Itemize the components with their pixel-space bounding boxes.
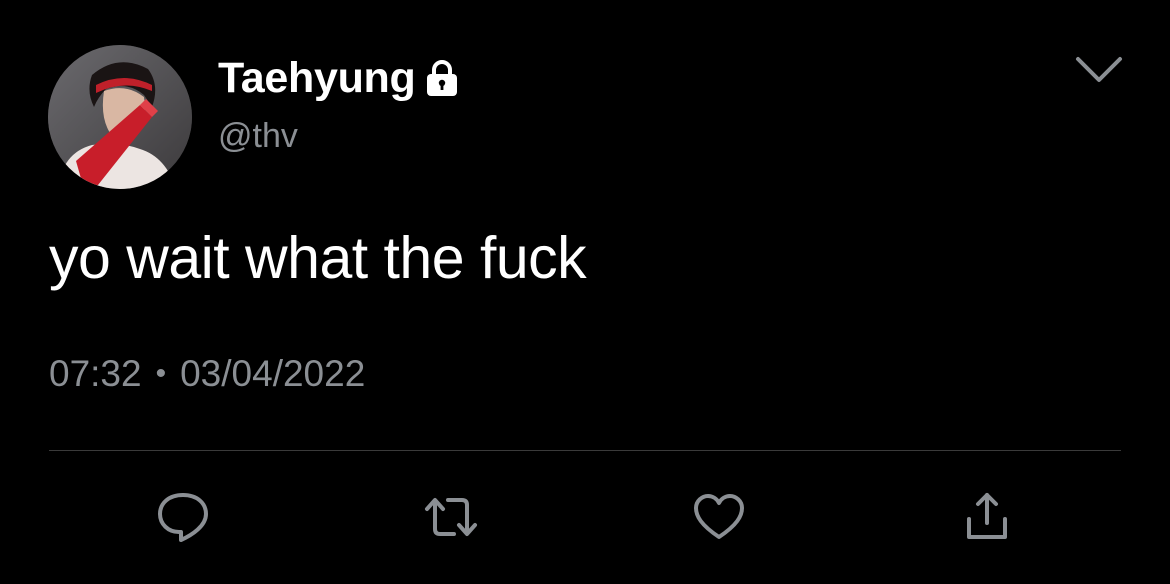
share-button[interactable] bbox=[957, 487, 1017, 547]
lock-icon bbox=[423, 58, 461, 98]
heart-icon bbox=[694, 494, 744, 539]
timestamp-separator: • bbox=[155, 357, 167, 390]
reply-icon bbox=[158, 493, 208, 542]
share-icon bbox=[967, 493, 1007, 539]
tweet-text: yo wait what the fuck bbox=[49, 225, 587, 291]
tweet-time: 07:32 bbox=[49, 353, 142, 394]
display-name[interactable]: Taehyung bbox=[218, 52, 416, 104]
user-handle[interactable]: @thv bbox=[218, 114, 298, 158]
divider bbox=[49, 450, 1121, 451]
display-name-row: Taehyung bbox=[218, 52, 461, 104]
reply-button[interactable] bbox=[153, 487, 213, 547]
avatar[interactable] bbox=[48, 45, 192, 189]
retweet-button[interactable] bbox=[421, 487, 481, 547]
chevron-down-icon[interactable] bbox=[1074, 53, 1124, 87]
like-button[interactable] bbox=[689, 487, 749, 547]
tweet-timestamp[interactable]: 07:32 • 03/04/2022 bbox=[49, 350, 365, 398]
tweet-date: 03/04/2022 bbox=[180, 353, 366, 394]
tweet-card: Taehyung @thv yo wait what the fuck 07:3… bbox=[0, 0, 1170, 584]
avatar-image bbox=[48, 45, 192, 189]
retweet-icon bbox=[425, 498, 477, 536]
